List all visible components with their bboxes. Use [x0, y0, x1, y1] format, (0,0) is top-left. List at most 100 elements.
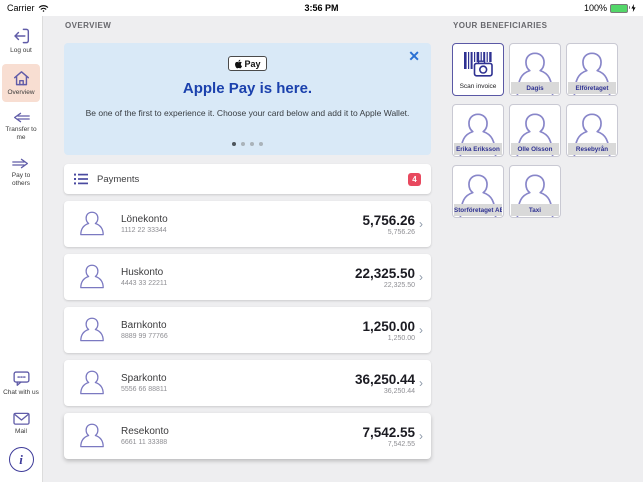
carousel-dot[interactable] — [259, 142, 263, 146]
account-name: Huskonto — [121, 267, 167, 278]
apple-pay-badge: Pay — [228, 56, 266, 71]
info-icon: i — [19, 452, 23, 468]
avatar-icon — [76, 420, 108, 452]
avatar-icon — [76, 314, 108, 346]
scan-invoice-icon — [462, 51, 494, 79]
beneficiary-tile-resebyran[interactable]: Resebyrån — [566, 104, 618, 157]
status-bar: Carrier 3:56 PM 100% — [0, 0, 643, 16]
close-icon[interactable]: ✕ — [408, 49, 420, 63]
beneficiary-label: Olle Olsson — [511, 143, 559, 155]
sidebar-item-label: Pay to others — [2, 172, 40, 188]
account-name: Resekonto — [121, 426, 169, 437]
carousel-dot[interactable] — [232, 142, 236, 146]
apple-pay-badge-label: Pay — [244, 59, 260, 69]
chat-bubble-icon — [12, 370, 31, 387]
account-name: Sparkonto — [121, 373, 167, 384]
chevron-right-icon: › — [419, 377, 423, 389]
beneficiary-tile-elforetaget[interactable]: Elföretaget — [566, 43, 618, 96]
mail-icon — [12, 411, 31, 426]
beneficiary-tile-erika-eriksson[interactable]: Erika Eriksson — [452, 104, 504, 157]
charging-bolt-icon — [631, 4, 636, 12]
account-name: Lönekonto — [121, 214, 168, 225]
account-row-lonekonto[interactable]: Lönekonto1112 22 33344 5,756.265,756.26 … — [64, 201, 431, 247]
account-balance: 22,325.50 — [355, 266, 415, 281]
sidebar-item-label: Transfer to me — [2, 126, 40, 142]
home-icon — [12, 69, 31, 87]
account-available-balance: 1,250.00 — [362, 335, 415, 342]
info-button[interactable]: i — [9, 447, 34, 472]
account-balance: 7,542.55 — [362, 425, 415, 440]
list-icon — [74, 173, 88, 185]
chevron-right-icon: › — [419, 271, 423, 283]
sidebar-nav: Log out Overview Transfer to me Pay to o… — [0, 16, 43, 482]
sidebar-item-mail[interactable]: Mail — [2, 406, 40, 441]
avatar-icon — [76, 208, 108, 240]
beneficiary-label: Elföretaget — [568, 82, 616, 94]
carousel-dots — [64, 142, 431, 146]
payments-count-badge: 4 — [408, 173, 421, 186]
beneficiaries-title: YOUR BENEFICIARIES — [453, 21, 632, 30]
battery-icon — [610, 4, 628, 13]
account-available-balance: 7,542.55 — [362, 441, 415, 448]
beneficiary-tile-scan-invoice[interactable]: Scan invoice — [452, 43, 504, 96]
chevron-right-icon: › — [419, 218, 423, 230]
account-number: 1112 22 33344 — [121, 227, 168, 234]
account-available-balance: 36,250.44 — [355, 388, 415, 395]
beneficiary-label: Storföretaget AB — [454, 204, 502, 216]
account-available-balance: 5,756.26 — [362, 229, 415, 236]
account-row-barnkonto[interactable]: Barnkonto8889 99 77766 1,250.001,250.00 … — [64, 307, 431, 353]
account-row-sparkonto[interactable]: Sparkonto 5556 66 88811 36,250.4436,250.4… — [64, 360, 431, 406]
sidebar-item-logout[interactable]: Log out — [2, 22, 40, 60]
beneficiary-label: Erika Eriksson — [454, 143, 502, 155]
arrow-left-icon — [11, 111, 31, 124]
account-number: 6661 11 33388 — [121, 439, 169, 446]
battery-percent: 100% — [584, 3, 607, 13]
chevron-right-icon: › — [419, 324, 423, 336]
apple-logo-icon — [234, 59, 242, 69]
beneficiary-tile-storforetaget-ab[interactable]: Storföretaget AB — [452, 165, 504, 218]
payments-label: Payments — [97, 174, 139, 185]
beneficiary-label: Dagis — [511, 82, 559, 94]
beneficiaries-grid: Scan invoice Dagis Elföretaget Erika Eri… — [452, 43, 632, 218]
account-balance: 5,756.26 — [362, 213, 415, 228]
account-balance: 1,250.00 — [362, 319, 415, 334]
logout-icon — [12, 27, 31, 45]
sidebar-item-transfer-to-me[interactable]: Transfer to me — [2, 106, 40, 147]
beneficiary-label: Resebyrån — [568, 143, 616, 155]
beneficiary-tile-dagis[interactable]: Dagis — [509, 43, 561, 96]
sidebar-item-label: Chat with us — [3, 389, 39, 397]
account-name: Barnkonto — [121, 320, 168, 331]
banner-title: Apple Pay is here. — [183, 80, 312, 97]
clock: 3:56 PM — [0, 3, 643, 13]
beneficiaries-panel: YOUR BENEFICIARIES Scan invoice Dagis — [452, 16, 632, 218]
chevron-right-icon: › — [419, 430, 423, 442]
sidebar-item-label: Overview — [7, 89, 34, 97]
payments-row[interactable]: Payments 4 — [64, 164, 431, 194]
arrow-right-icon — [11, 157, 31, 170]
account-number: 4443 33 22211 — [121, 280, 167, 287]
sidebar-item-overview[interactable]: Overview — [2, 64, 40, 102]
account-balance: 36,250.44 — [355, 372, 415, 387]
carousel-dot[interactable] — [241, 142, 245, 146]
account-row-resekonto[interactable]: Resekonto6661 11 33388 7,542.557,542.55 … — [64, 413, 431, 459]
banking-app-window: Carrier 3:56 PM 100% Log out Overview — [0, 0, 643, 482]
sidebar-item-chat[interactable]: Chat with us — [2, 365, 40, 402]
beneficiary-tile-olle-olsson[interactable]: Olle Olsson — [509, 104, 561, 157]
page-title: OVERVIEW — [65, 21, 431, 30]
sidebar-item-pay-to-others[interactable]: Pay to others — [2, 152, 40, 193]
account-number: 5556 66 88811 — [121, 386, 167, 393]
beneficiary-tile-taxi[interactable]: Taxi — [509, 165, 561, 218]
main-content: OVERVIEW ✕ Pay Apple Pay is here. Be one… — [64, 16, 431, 459]
avatar-icon — [76, 367, 108, 399]
account-number: 8889 99 77766 — [121, 333, 168, 340]
apple-pay-banner: ✕ Pay Apple Pay is here. Be one of the f… — [64, 43, 431, 155]
carousel-dot[interactable] — [250, 142, 254, 146]
account-available-balance: 22,325.50 — [355, 282, 415, 289]
sidebar-item-label: Mail — [15, 428, 27, 436]
sidebar-item-label: Log out — [10, 47, 32, 55]
banner-body: Be one of the first to experience it. Ch… — [86, 108, 410, 118]
beneficiary-label: Scan invoice — [453, 83, 503, 90]
beneficiary-label: Taxi — [511, 204, 559, 216]
avatar-icon — [76, 261, 108, 293]
account-row-huskonto[interactable]: Huskonto 4443 33 22211 22,325.5022,325.50… — [64, 254, 431, 300]
